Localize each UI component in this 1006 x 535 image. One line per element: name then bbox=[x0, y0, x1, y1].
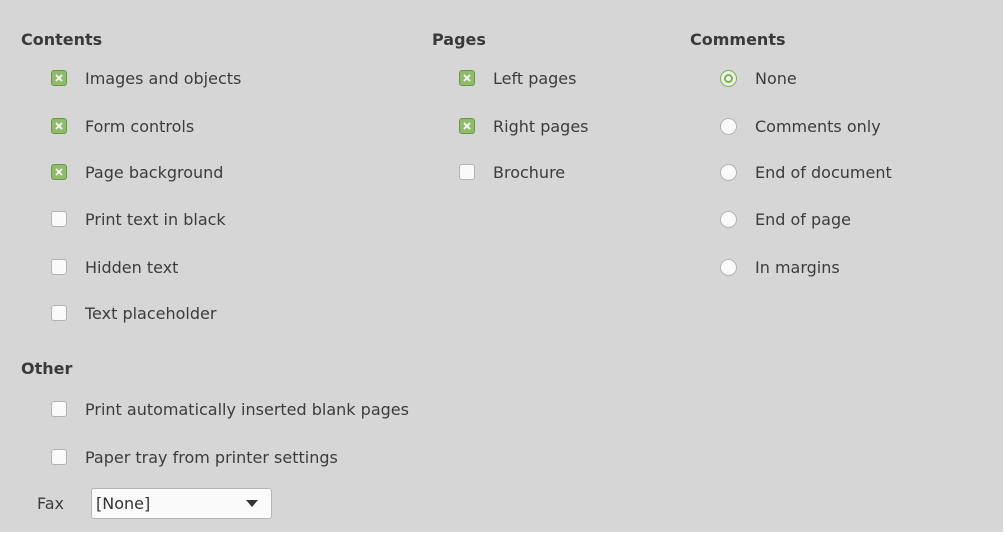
checkbox-box[interactable] bbox=[51, 259, 67, 275]
print-text-in-black-label: Print text in black bbox=[85, 209, 226, 229]
checkbox-box[interactable] bbox=[51, 211, 67, 227]
dropdown-arrow-icon[interactable] bbox=[246, 500, 258, 507]
page-background-label: Page background bbox=[85, 162, 224, 182]
left-pages-checkbox[interactable]: Left pages bbox=[459, 66, 576, 90]
checkmark-icon bbox=[463, 74, 471, 82]
comments-only-radio[interactable]: Comments only bbox=[720, 114, 881, 138]
radio-button[interactable] bbox=[720, 210, 737, 228]
print-blank-pages-checkbox[interactable]: Print automatically inserted blank pages bbox=[51, 397, 409, 421]
radio-button[interactable] bbox=[720, 117, 737, 135]
pages-heading: Pages bbox=[432, 30, 486, 49]
end-of-page-label: End of page bbox=[755, 209, 851, 229]
fax-selected-value: [None] bbox=[96, 494, 151, 513]
hidden-text-checkbox[interactable]: Hidden text bbox=[51, 255, 178, 279]
fax-dropdown[interactable]: [None] bbox=[91, 488, 272, 519]
end-of-document-label: End of document bbox=[755, 162, 892, 182]
print-blank-pages-label: Print automatically inserted blank pages bbox=[85, 399, 409, 419]
checkbox-box[interactable] bbox=[51, 449, 67, 465]
print-text-in-black-checkbox[interactable]: Print text in black bbox=[51, 207, 226, 231]
in-margins-radio[interactable]: In margins bbox=[720, 255, 840, 279]
checkbox-box[interactable] bbox=[51, 164, 67, 180]
checkmark-icon bbox=[55, 122, 63, 130]
checkmark-icon bbox=[463, 122, 471, 130]
radio-button[interactable] bbox=[720, 258, 737, 276]
brochure-label: Brochure bbox=[493, 162, 566, 182]
radio-button[interactable] bbox=[720, 69, 737, 87]
hidden-text-label: Hidden text bbox=[85, 257, 179, 277]
paper-tray-checkbox[interactable]: Paper tray from printer settings bbox=[51, 445, 338, 469]
comments-heading: Comments bbox=[690, 30, 786, 49]
images-and-objects-checkbox[interactable]: Images and objects bbox=[51, 66, 241, 90]
checkbox-box[interactable] bbox=[459, 164, 475, 180]
text-placeholder-label: Text placeholder bbox=[85, 303, 217, 323]
radio-dot-icon bbox=[724, 73, 733, 83]
images-and-objects-label: Images and objects bbox=[85, 68, 242, 88]
checkbox-box[interactable] bbox=[459, 118, 475, 134]
other-heading: Other bbox=[21, 359, 73, 378]
checkbox-box[interactable] bbox=[51, 118, 67, 134]
checkbox-box[interactable] bbox=[51, 401, 67, 417]
left-pages-label: Left pages bbox=[493, 68, 577, 88]
brochure-checkbox[interactable]: Brochure bbox=[459, 160, 565, 184]
checkbox-box[interactable] bbox=[459, 70, 475, 86]
end-of-page-radio[interactable]: End of page bbox=[720, 207, 851, 231]
form-controls-checkbox[interactable]: Form controls bbox=[51, 114, 194, 138]
right-pages-label: Right pages bbox=[493, 116, 589, 136]
comments-only-label: Comments only bbox=[755, 116, 881, 136]
checkmark-icon bbox=[55, 74, 63, 82]
right-pages-checkbox[interactable]: Right pages bbox=[459, 114, 589, 138]
page-background-checkbox[interactable]: Page background bbox=[51, 160, 223, 184]
text-placeholder-checkbox[interactable]: Text placeholder bbox=[51, 301, 216, 325]
radio-button[interactable] bbox=[720, 163, 737, 181]
end-of-document-radio[interactable]: End of document bbox=[720, 160, 892, 184]
checkbox-box[interactable] bbox=[51, 305, 67, 321]
checkbox-box[interactable] bbox=[51, 70, 67, 86]
paper-tray-label: Paper tray from printer settings bbox=[85, 447, 338, 467]
in-margins-label: In margins bbox=[755, 257, 840, 277]
comments-none-label: None bbox=[755, 68, 797, 88]
form-controls-label: Form controls bbox=[85, 116, 195, 136]
contents-heading: Contents bbox=[21, 30, 103, 49]
fax-label: Fax bbox=[37, 494, 65, 513]
comments-none-radio[interactable]: None bbox=[720, 66, 797, 90]
print-options-panel: Contents Images and objects Form control… bbox=[0, 0, 1003, 532]
checkmark-icon bbox=[55, 168, 63, 176]
